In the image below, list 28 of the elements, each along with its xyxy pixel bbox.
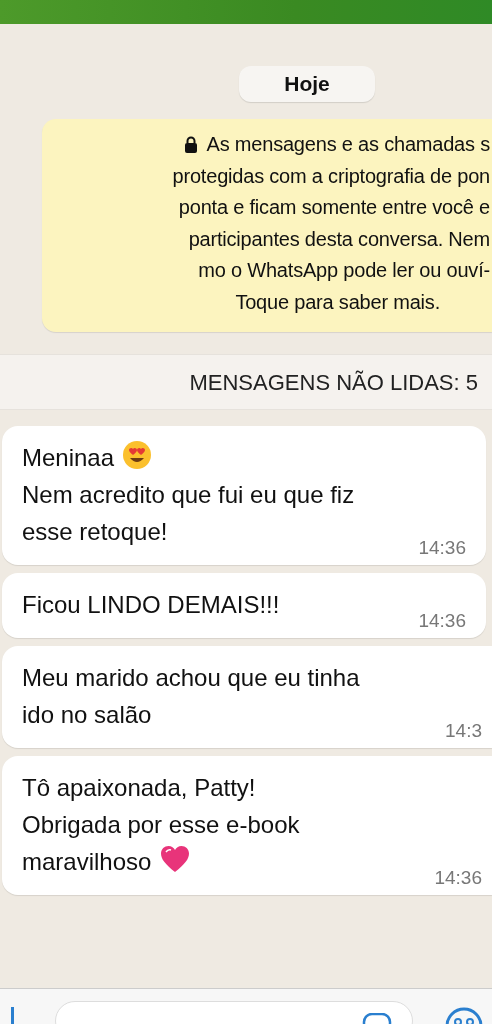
message-text: Tô apaixonada, Patty! [22,774,256,801]
lock-icon [183,136,198,154]
plus-icon[interactable] [11,1007,15,1024]
message-time: 14:36 [434,868,482,887]
notice-text: participantes desta conversa. Nem [187,226,490,252]
message-text: Nem acredito que fui eu que fiz [22,481,355,508]
unread-messages-banner: MENSAGENS NÃO LIDAS: 5 [0,354,492,410]
message-text: esse retoque! [22,518,168,545]
message-time: 14:3 [445,721,482,740]
message-text: Obrigada por esse e-book [22,811,300,838]
message-text: Meninaa [22,444,115,471]
message-text: Ficou LINDO DEMAIS!!! [22,591,280,618]
message-time: 14:36 [418,611,466,630]
heart-eyes-emoji-icon [122,440,153,470]
heart-emoji-icon [159,844,192,874]
emoji-icon[interactable] [444,1006,484,1024]
message-text: ido no salão [22,701,152,728]
message-time: 14:36 [418,538,466,557]
sticker-icon[interactable] [362,1013,392,1024]
date-chip: Hoje [239,66,375,102]
encryption-notice[interactable]: As mensagens e as chamadas s protegidas com a criptografia de pon ponta e ficam somente entre você e participantes desta conversa. Nem mo o WhatsApp pode ler ou ouví- Toque para saber mais. [42,119,492,332]
notice-text: As mensagens e as chamadas s [206,132,490,157]
notice-text: Toque para saber mais. [234,289,441,315]
notice-text: protegidas com a criptografia de pon [171,163,490,189]
message-text: maravilhoso [22,848,152,875]
notice-text: ponta e ficam somente entre você e [177,195,490,220]
message-text: Meu marido achou que eu tinha [22,664,360,691]
notice-text: mo o WhatsApp pode ler ou ouví- [197,258,490,283]
